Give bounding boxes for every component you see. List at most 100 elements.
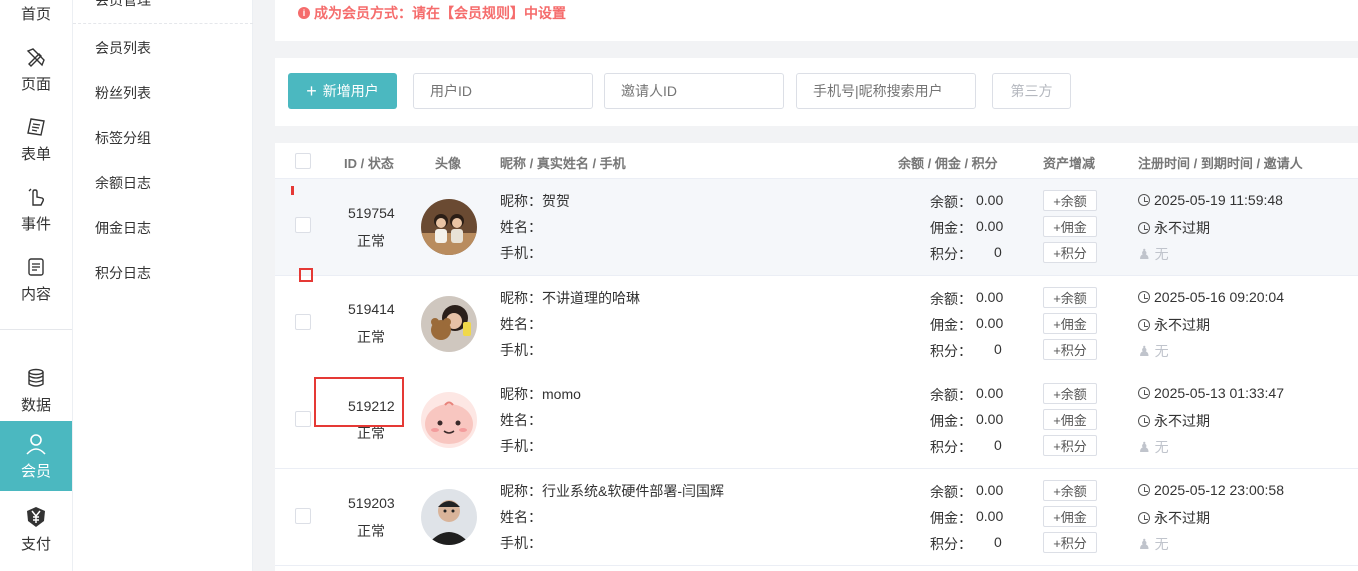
submenu-item-member-list[interactable]: 会员列表 <box>95 38 151 58</box>
annotation-box <box>299 268 313 282</box>
user-icon <box>24 432 48 456</box>
balance-label: 余额： <box>930 387 972 403</box>
points-label: 积分： <box>930 536 972 552</box>
form-icon <box>24 115 48 139</box>
submenu-item-tag-groups[interactable]: 标签分组 <box>95 128 151 148</box>
submenu-item-points-log[interactable]: 积分日志 <box>95 263 151 283</box>
submenu-title: 会员管理 <box>95 0 151 8</box>
avatar <box>421 392 477 448</box>
member-status: 正常 <box>357 329 385 345</box>
balance-value: 0.00 <box>976 482 1004 498</box>
inviter: ♟ 无 <box>1138 534 1169 554</box>
add-points-button[interactable]: +积分 <box>1043 532 1097 553</box>
plus-icon: + <box>306 81 317 101</box>
person-icon: ♟ <box>1138 245 1151 262</box>
document-icon <box>24 255 48 279</box>
row-checkbox[interactable] <box>295 314 311 330</box>
add-points-button[interactable]: +积分 <box>1043 339 1097 360</box>
clock-icon <box>1138 291 1150 303</box>
table-row[interactable]: 519203 正常 昵称：行业系统&软硬件部署-闫国辉 姓名： 手机： 余额： … <box>275 469 1358 566</box>
add-user-button[interactable]: + 新增用户 <box>288 73 397 109</box>
nav-item-event[interactable]: 事件 <box>0 174 72 244</box>
user-id-input[interactable] <box>413 73 593 109</box>
phone-nickname-search-input[interactable] <box>796 73 976 109</box>
submenu-item-commission-log[interactable]: 佣金日志 <box>95 218 151 238</box>
nav-item-data[interactable]: 数据 <box>0 355 72 425</box>
add-balance-button[interactable]: +余额 <box>1043 287 1097 308</box>
points-value: 0 <box>994 244 1002 260</box>
pencil-ruler-icon <box>24 45 48 69</box>
row-checkbox[interactable] <box>295 508 311 524</box>
nav-item-page[interactable]: 页面 <box>0 34 72 104</box>
notice-message: i 成为会员方式：请在【会员规则】中设置 <box>298 3 566 23</box>
nickname-line: 昵称：不讲道理的哈琳 <box>500 288 640 308</box>
register-time: 2025-05-12 23:00:58 <box>1138 482 1284 498</box>
clock-icon <box>1138 387 1150 399</box>
nav-item-payment[interactable]: 支付 <box>0 494 72 564</box>
person-icon: ♟ <box>1138 342 1151 359</box>
points-value: 0 <box>994 341 1002 357</box>
pointer-icon <box>24 185 48 209</box>
add-points-button[interactable]: +积分 <box>1043 242 1097 263</box>
add-points-button[interactable]: +积分 <box>1043 435 1097 456</box>
nickname-label: 昵称： <box>500 386 542 402</box>
points-value: 0 <box>994 437 1002 453</box>
add-balance-button[interactable]: +余额 <box>1043 383 1097 404</box>
nav-item-content[interactable]: 内容 <box>0 244 72 314</box>
expire-time-value: 永不过期 <box>1154 413 1210 429</box>
nickname-label: 昵称： <box>500 483 542 499</box>
column-id-status: ID / 状态 <box>344 156 394 171</box>
nav-item-label: 内容 <box>20 285 51 303</box>
phone-label: 手机： <box>500 438 542 454</box>
column-finance: 余额 / 佣金 / 积分 <box>898 156 998 171</box>
balance-value: 0.00 <box>976 289 1004 305</box>
add-balance-button[interactable]: +余额 <box>1043 190 1097 211</box>
nav-item-label: 表单 <box>20 145 51 163</box>
clock-icon <box>1138 415 1150 427</box>
select-all-checkbox[interactable] <box>295 153 311 169</box>
clock-icon <box>1138 484 1150 496</box>
add-commission-button[interactable]: +佣金 <box>1043 313 1097 334</box>
commission-value: 0.00 <box>976 411 1004 427</box>
nav-item-label: 支付 <box>20 535 51 553</box>
inviter-id-input[interactable] <box>604 73 784 109</box>
nickname-line: 昵称：贺贺 <box>500 191 570 211</box>
realname-label: 姓名： <box>500 412 542 428</box>
member-table: ID / 状态 头像 昵称 / 真实姓名 / 手机 余额 / 佣金 / 积分 资… <box>275 143 1358 571</box>
nav-item-member[interactable]: 会员 <box>0 421 72 491</box>
add-commission-button[interactable]: +佣金 <box>1043 409 1097 430</box>
nickname-line: 昵称：行业系统&软硬件部署-闫国辉 <box>500 481 724 501</box>
nav-item-form[interactable]: 表单 <box>0 104 72 174</box>
inviter-value: 无 <box>1154 246 1169 262</box>
nickname-value: momo <box>542 386 581 402</box>
inviter: ♟ 无 <box>1138 341 1169 361</box>
table-row[interactable]: 519754 正常 昵称：贺贺 姓名： 手机： 余额： 0.00 佣金： 0.0… <box>275 179 1358 276</box>
nav-item-label: 页面 <box>20 75 51 93</box>
phone-label: 手机： <box>500 245 542 261</box>
add-balance-button[interactable]: +余额 <box>1043 480 1097 501</box>
submenu-item-fans-list[interactable]: 粉丝列表 <box>95 83 151 103</box>
add-commission-button[interactable]: +佣金 <box>1043 506 1097 527</box>
yen-icon <box>24 505 48 529</box>
balance-label: 余额： <box>930 484 972 500</box>
row-checkbox[interactable] <box>295 411 311 427</box>
third-party-button[interactable]: 第三方 <box>992 73 1071 109</box>
commission-label: 佣金： <box>930 510 972 526</box>
nav-divider <box>0 329 72 330</box>
table-row[interactable]: 519212 正常 昵称：momo 姓名： 手机： 余额： 0.00 佣金： 0… <box>275 372 1358 469</box>
commission-value: 0.00 <box>976 508 1004 524</box>
clock-icon <box>1138 222 1150 234</box>
table-header: ID / 状态 头像 昵称 / 真实姓名 / 手机 余额 / 佣金 / 积分 资… <box>275 143 1358 179</box>
inviter-value: 无 <box>1154 343 1169 359</box>
add-commission-button[interactable]: +佣金 <box>1043 216 1097 237</box>
register-time: 2025-05-19 11:59:48 <box>1138 192 1283 208</box>
submenu-item-balance-log[interactable]: 余额日志 <box>95 173 151 193</box>
notice-card: i 成为会员方式：请在【会员规则】中设置 <box>275 0 1358 41</box>
points-label: 积分： <box>930 439 972 455</box>
nickname-value: 贺贺 <box>542 193 570 209</box>
table-row[interactable]: 519414 正常 昵称：不讲道理的哈琳 姓名： 手机： 余额： 0.00 佣金… <box>275 276 1358 373</box>
row-checkbox[interactable] <box>295 217 311 233</box>
points-value: 0 <box>994 534 1002 550</box>
nickname-label: 昵称： <box>500 290 542 306</box>
commission-label: 佣金： <box>930 413 972 429</box>
